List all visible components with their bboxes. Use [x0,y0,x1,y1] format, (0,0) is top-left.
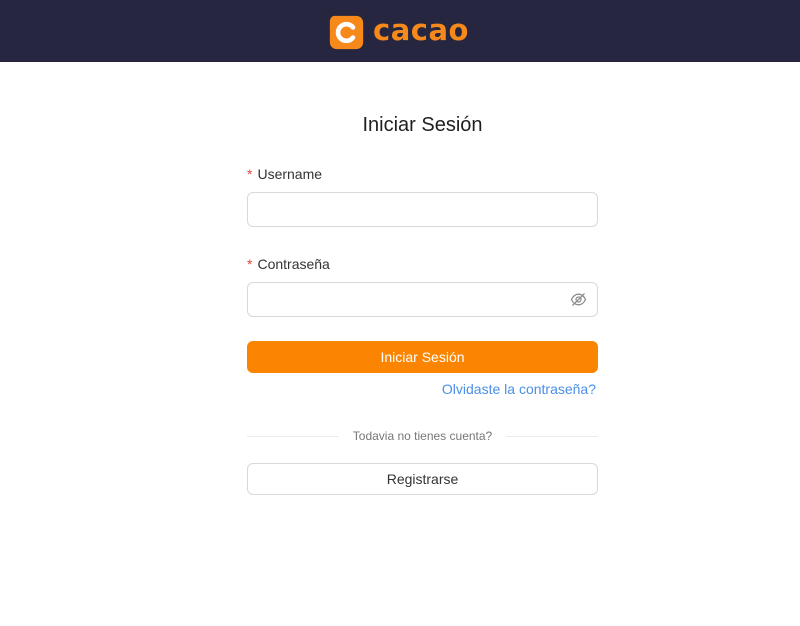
divider: Todavia no tienes cuenta? [247,427,598,445]
login-button[interactable]: Iniciar Sesión [247,341,598,373]
divider-text: Todavia no tienes cuenta? [352,429,493,443]
cacao-logo-icon [329,15,364,49]
brand-logo[interactable]: cacao [328,13,469,51]
password-field [247,282,598,317]
username-label: * Username [247,166,322,182]
password-label-text: Contraseña [257,256,330,272]
brand-name: cacao [373,13,469,47]
username-label-text: Username [257,166,323,182]
required-mark: * [247,256,253,272]
required-mark: * [247,166,253,182]
forgot-password-link[interactable]: Olvidaste la contraseña? [442,381,596,397]
eye-off-icon[interactable] [570,291,587,308]
divider-line-left [247,435,339,437]
password-input[interactable] [247,282,598,317]
page-title: Iniciar Sesión [362,114,483,136]
register-button[interactable]: Registrarse [247,463,598,495]
top-header: cacao [0,0,800,62]
username-input[interactable] [247,192,598,227]
divider-line-right [506,435,598,437]
password-label: * Contraseña [247,256,330,272]
